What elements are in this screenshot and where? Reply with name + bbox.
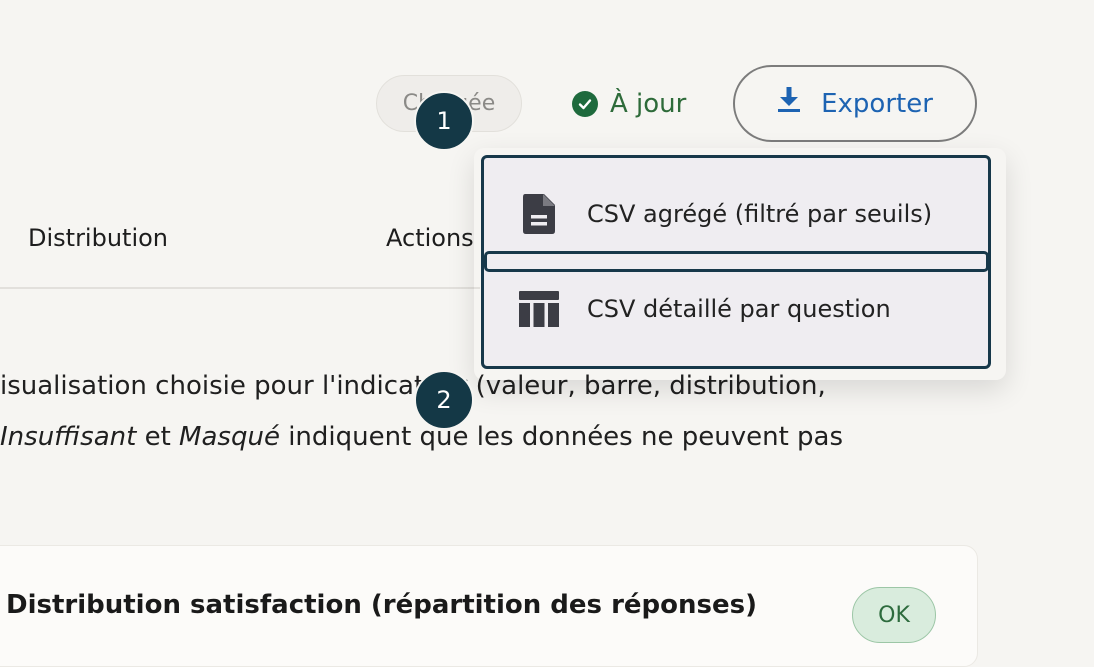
check-circle-icon [572,91,598,117]
help-text-rest: indiquent que les données ne peuvent pas [279,422,844,452]
menu-item-label: CSV détaillé par question [587,295,891,323]
help-text-line-2: Insuffisant et Masqué indiquent que les … [0,422,843,452]
status-badge: OK [852,587,936,643]
step-marker-2: 2 [414,370,474,430]
export-button[interactable]: Exporter [733,65,977,142]
help-text-connector: et [136,422,180,452]
step-marker-1: 1 [414,91,474,151]
status-badge-label: OK [878,602,910,628]
file-text-icon [519,194,559,234]
sync-status: À jour [572,88,686,120]
table-header-divider [0,287,480,289]
term-insuffisant: Insuffisant [0,422,137,452]
term-masque: Masqué [179,422,280,452]
table-icon [519,291,559,327]
menu-separator-highlight [484,251,989,272]
menu-item-label: CSV agrégé (filtré par seuils) [587,200,933,228]
column-header-distribution[interactable]: Distribution [28,224,168,252]
menu-item-csv-detailed[interactable]: CSV détaillé par question [484,276,988,342]
export-button-label: Exporter [821,88,933,119]
menu-item-csv-aggregated[interactable]: CSV agrégé (filtré par seuils) [484,181,988,247]
indicator-card-title: Distribution satisfaction (répartition d… [6,590,757,620]
column-header-actions: Actions [386,224,474,252]
sync-status-label: À jour [610,89,687,119]
download-icon [777,87,821,120]
